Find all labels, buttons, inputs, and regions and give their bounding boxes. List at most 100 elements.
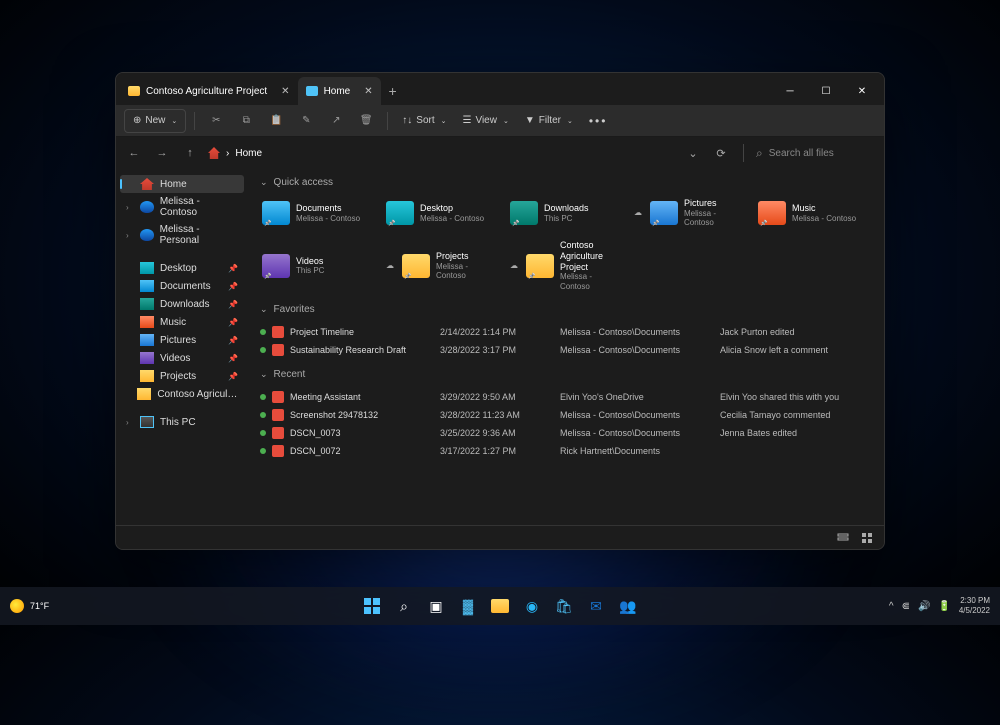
sidebar-item-contoso-project[interactable]: Contoso Agriculture Project xyxy=(120,385,244,403)
back-button[interactable]: ← xyxy=(124,143,144,163)
cloud-icon xyxy=(140,229,154,241)
section-header-quick[interactable]: Quick access xyxy=(260,177,872,188)
store-button[interactable]: 🛍 xyxy=(550,592,578,620)
file-row[interactable]: DSCN_00723/17/2022 1:27 PMRick Hartnett\… xyxy=(260,442,872,460)
share-button[interactable]: ↗ xyxy=(323,109,349,133)
forward-button[interactable]: → xyxy=(152,143,172,163)
edge-button[interactable]: ◉ xyxy=(518,592,546,620)
file-icon xyxy=(272,409,284,421)
paste-button[interactable]: 📋 xyxy=(263,109,289,133)
file-row[interactable]: Meeting Assistant3/29/2022 9:50 AMElvin … xyxy=(260,388,872,406)
clock[interactable]: 2:30 PM 4/5/2022 xyxy=(959,596,990,615)
outlook-button[interactable]: ✉ xyxy=(582,592,610,620)
close-icon[interactable]: ✕ xyxy=(281,86,289,97)
search-button[interactable]: ⌕ xyxy=(390,592,418,620)
file-date: 2/14/2022 1:14 PM xyxy=(440,327,560,337)
folder-icon xyxy=(386,201,414,225)
explorer-button[interactable] xyxy=(486,592,514,620)
start-button[interactable] xyxy=(358,592,386,620)
quick-access-item[interactable]: ☁ProjectsMelissa - Contoso xyxy=(384,238,500,294)
maximize-button[interactable]: ☐ xyxy=(808,77,844,105)
breadcrumb[interactable]: › Home xyxy=(208,147,262,159)
volume-icon[interactable]: 🔊 xyxy=(918,601,930,612)
file-row[interactable]: Sustainability Research Draft3/28/2022 3… xyxy=(260,341,872,359)
section-header-recent[interactable]: Recent xyxy=(260,369,872,380)
sidebar-item-projects[interactable]: Projects📌 xyxy=(120,367,244,385)
refresh-button[interactable]: ⟳ xyxy=(711,143,731,163)
section-header-favorites[interactable]: Favorites xyxy=(260,304,872,315)
widgets-button[interactable]: ▓ xyxy=(454,592,482,620)
sidebar-item-downloads[interactable]: Downloads📌 xyxy=(120,295,244,313)
file-icon xyxy=(272,427,284,439)
tab-home[interactable]: Home ✕ xyxy=(298,77,381,105)
weather-widget[interactable]: 71°F xyxy=(10,599,49,613)
more-button[interactable]: ••• xyxy=(583,109,614,133)
filter-button[interactable]: ▼ Filter ⌄ xyxy=(519,109,579,133)
sidebar-item-onedrive-personal[interactable]: › Melissa - Personal xyxy=(120,221,244,249)
wifi-icon[interactable]: ⋐ xyxy=(902,601,910,612)
quick-access-item[interactable]: ☁PicturesMelissa - Contoso xyxy=(632,196,748,230)
quick-access-item[interactable]: VideosThis PC xyxy=(260,238,376,294)
sidebar-item-documents[interactable]: Documents📌 xyxy=(120,277,244,295)
file-location: Melissa - Contoso\Documents xyxy=(560,410,720,420)
breadcrumb-label: Home xyxy=(235,148,262,159)
copy-button[interactable]: ⧉ xyxy=(233,109,259,133)
sidebar-item-videos[interactable]: Videos📌 xyxy=(120,349,244,367)
folder-icon xyxy=(758,201,786,225)
dropdown-button[interactable]: ⌄ xyxy=(683,143,703,163)
file-icon xyxy=(272,326,284,338)
chevron-up-icon[interactable]: ^ xyxy=(889,601,894,612)
cloud-icon xyxy=(140,201,154,213)
close-button[interactable]: ✕ xyxy=(844,77,880,105)
weather-icon xyxy=(10,599,24,613)
item-name: Videos xyxy=(296,256,324,267)
file-date: 3/29/2022 9:50 AM xyxy=(440,392,560,402)
file-icon xyxy=(272,445,284,457)
delete-button[interactable]: 🗑 xyxy=(353,109,379,133)
new-button[interactable]: ⊕ New ⌄ xyxy=(124,109,186,133)
file-activity: Jack Purton edited xyxy=(720,327,872,337)
item-name: Desktop xyxy=(420,203,484,214)
sidebar-item-pictures[interactable]: Pictures📌 xyxy=(120,331,244,349)
file-date: 3/28/2022 3:17 PM xyxy=(440,345,560,355)
cut-button[interactable]: ✂ xyxy=(203,109,229,133)
quick-access-item[interactable]: DownloadsThis PC xyxy=(508,196,624,230)
file-explorer-window: Contoso Agriculture Project ✕ Home ✕ + ─… xyxy=(115,72,885,550)
item-name: Pictures xyxy=(684,198,746,209)
close-icon[interactable]: ✕ xyxy=(364,86,372,97)
quick-access-item[interactable]: MusicMelissa - Contoso xyxy=(756,196,872,230)
minimize-button[interactable]: ─ xyxy=(772,77,808,105)
sidebar-item-home[interactable]: Home xyxy=(120,175,244,193)
file-row[interactable]: DSCN_00733/25/2022 9:36 AMMelissa - Cont… xyxy=(260,424,872,442)
sort-button[interactable]: ↑↓ Sort ⌄ xyxy=(396,109,452,133)
rename-button[interactable]: ✎ xyxy=(293,109,319,133)
tab-label: Contoso Agriculture Project xyxy=(146,86,267,97)
sidebar-item-music[interactable]: Music📌 xyxy=(120,313,244,331)
file-icon xyxy=(272,344,284,356)
battery-icon[interactable]: 🔋 xyxy=(938,601,950,612)
quick-access-item[interactable]: DesktopMelissa - Contoso xyxy=(384,196,500,230)
file-row[interactable]: Project Timeline2/14/2022 1:14 PMMelissa… xyxy=(260,323,872,341)
folder-icon xyxy=(140,298,154,310)
tab-contoso[interactable]: Contoso Agriculture Project ✕ xyxy=(120,77,298,105)
item-name: Projects xyxy=(436,251,498,262)
sidebar-item-onedrive-contoso[interactable]: › Melissa - Contoso xyxy=(120,193,244,221)
folder-icon xyxy=(137,388,151,400)
search-input[interactable]: Search all files xyxy=(756,146,876,161)
view-button[interactable]: ☰ View ⌄ xyxy=(457,109,515,133)
up-button[interactable]: ↑ xyxy=(180,143,200,163)
teams-button[interactable]: 👥 xyxy=(614,592,642,620)
quick-access-item[interactable]: ☁Contoso Agriculture ProjectMelissa - Co… xyxy=(508,238,624,294)
folder-icon xyxy=(128,86,140,96)
sidebar-item-desktop[interactable]: Desktop📌 xyxy=(120,259,244,277)
details-view-button[interactable] xyxy=(834,530,852,546)
taskview-button[interactable]: ▣ xyxy=(422,592,450,620)
sidebar-item-thispc[interactable]: ›This PC xyxy=(120,413,244,431)
icons-view-button[interactable] xyxy=(858,530,876,546)
item-location: Melissa - Contoso xyxy=(684,209,746,228)
file-date: 3/28/2022 11:23 AM xyxy=(440,410,560,420)
new-tab-button[interactable]: + xyxy=(381,83,405,99)
quick-access-item[interactable]: DocumentsMelissa - Contoso xyxy=(260,196,376,230)
folder-icon xyxy=(140,334,154,346)
file-row[interactable]: Screenshot 294781323/28/2022 11:23 AMMel… xyxy=(260,406,872,424)
